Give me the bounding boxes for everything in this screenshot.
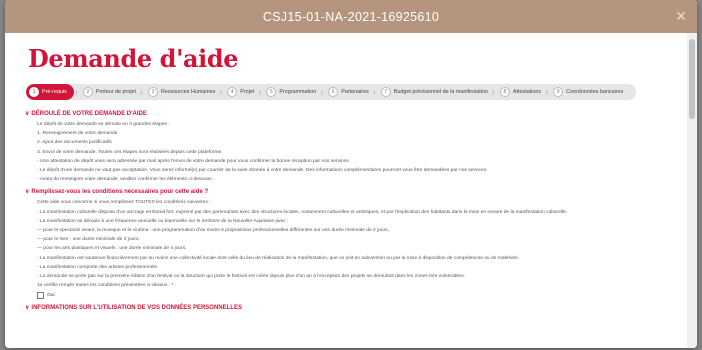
text-line: Je certifie remplir toutes les condition… (37, 283, 174, 289)
step-number: 6 (328, 87, 339, 97)
oui-checkbox-row[interactable]: Oui (37, 292, 687, 300)
step-budget-previsionnel[interactable]: 7 Budget prévisionnel de la manifestation (377, 84, 491, 100)
oui-checkbox[interactable] (37, 292, 44, 300)
step-number: 7 (380, 87, 391, 97)
step-number: 9 (553, 87, 564, 97)
step-porteur-de-projet[interactable]: 2 Porteur de projet (79, 84, 139, 100)
section-body-conditions: Cette aide vous concerne si vous remplis… (37, 198, 687, 290)
step-label: Partenaires (341, 89, 369, 95)
chevron-right-icon: › (219, 87, 223, 97)
text-line: 3. Envoi de votre demande. Toutes ces ét… (37, 149, 223, 155)
section-toggle-donnees[interactable]: ∨ INFORMATIONS SUR L'UTILISATION DE VOS … (25, 304, 687, 312)
text-line: - La manifestation culturelle dispose d'… (37, 209, 568, 215)
step-label: Coordonnées bancaires (566, 89, 624, 95)
step-number: 1 (29, 87, 39, 97)
chevron-down-icon: ∨ (25, 111, 30, 117)
step-ressources-humaines[interactable]: 3 Ressources Humaines (144, 84, 218, 100)
scrollbar-thumb[interactable] (689, 39, 695, 119)
page-title: Demande d'aide (28, 44, 239, 73)
chevron-right-icon: › (258, 87, 262, 97)
step-partenaires[interactable]: 6 Partenaires (324, 84, 372, 100)
section-body-deroule: Le dépôt de votre demande se déroule en … (37, 120, 687, 184)
stepper: 1 Pré-requis › 2 Porteur de projet › 3 Ress… (26, 84, 636, 100)
step-attestations[interactable]: 8 Attestations (496, 84, 544, 100)
dialog-content: Demande d'aide 1 Pré-requis › 2 Porteur de… (5, 33, 687, 348)
text-line: — pour les arts plastiques et visuels : … (37, 246, 187, 252)
step-projet[interactable]: 4 Projet (223, 84, 257, 100)
chevron-right-icon: › (320, 87, 324, 97)
text-line: - La manifestation se déroule à une fréq… (37, 218, 289, 224)
chevron-right-icon: › (74, 87, 78, 97)
text-line: 1. Renseignement de votre demande (37, 131, 118, 137)
text-line: — pour le livre : une durée minimale de … (37, 237, 140, 243)
section-title: INFORMATIONS SUR L'UTILISATION DE VOS DO… (31, 304, 242, 311)
step-label: Projet (240, 89, 255, 95)
section-title: DÉROULÉ DE VOTRE DEMANDE D'AIDE (31, 110, 147, 117)
text-line: — pour le spectacle vivant, la musique e… (37, 228, 390, 234)
step-number: 2 (82, 87, 93, 97)
text-line: Cette aide vous concerne si vous remplis… (37, 200, 211, 206)
step-label: Programmation (279, 89, 317, 95)
text-line: - Une attestation de dépôt vous sera adr… (37, 158, 351, 164)
section-title: Remplissez-vous les conditions nécessair… (31, 188, 209, 195)
text-line: - Avant de renseigner votre demande, veu… (37, 177, 215, 183)
text-line: - La manifestation comporte des artistes… (37, 264, 159, 270)
step-label: Ressources Humaines (161, 89, 216, 95)
section-toggle-deroule[interactable]: ∨ DÉROULÉ DE VOTRE DEMANDE D'AIDE (25, 110, 687, 118)
step-coordonnees-bancaires[interactable]: 9 Coordonnées bancaires (549, 84, 626, 100)
dialog: CSJ15-01-NA-2021-16925610 ✕ Demande d'ai… (5, 0, 697, 348)
chevron-right-icon: › (491, 87, 495, 97)
step-label: Attestations (512, 89, 542, 95)
step-label: Porteur de projet (95, 89, 137, 95)
step-number: 4 (227, 87, 238, 97)
step-programmation[interactable]: 5 Programmation (262, 84, 319, 100)
chevron-right-icon: › (545, 87, 549, 97)
close-icon[interactable]: ✕ (675, 8, 687, 25)
text-line: Le dépôt de votre demande se déroule en … (37, 122, 170, 127)
step-number: 3 (148, 87, 159, 97)
chevron-right-icon: › (140, 87, 144, 97)
text-line: - La manifestation est soutenue financiè… (37, 255, 520, 261)
vertical-scrollbar[interactable] (687, 33, 697, 348)
step-number: 8 (499, 87, 510, 97)
chevron-down-icon: ∨ (25, 305, 30, 312)
chevron-down-icon: ∨ (25, 189, 30, 196)
checkbox-label: Oui (47, 293, 55, 299)
step-prerequis[interactable]: 1 Pré-requis (26, 84, 74, 100)
text-line: - Le dépôt d'une demande ne vaut pas acc… (37, 168, 488, 174)
dialog-titlebar: CSJ15-01-NA-2021-16925610 ✕ (5, 0, 697, 33)
section-toggle-conditions[interactable]: ∨ Remplissez-vous les conditions nécessa… (25, 188, 687, 196)
step-number: 5 (266, 87, 277, 97)
chevron-right-icon: › (372, 87, 376, 97)
text-line: - La demande ne porte pas sur la premièr… (37, 274, 465, 280)
step-label: Pré-requis (42, 89, 67, 95)
text-line: 2. Ajout des documents justificatifs (37, 140, 112, 146)
step-label: Budget prévisionnel de la manifestation (393, 89, 488, 95)
dialog-title: CSJ15-01-NA-2021-16925610 (262, 9, 440, 24)
